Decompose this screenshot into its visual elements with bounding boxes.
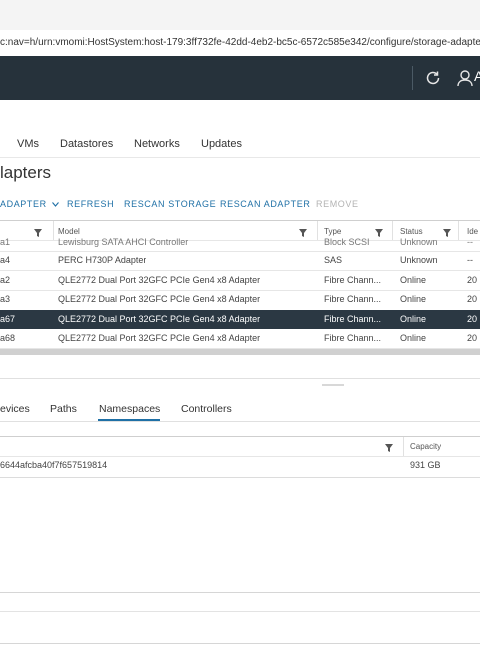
identifier-cell: -- — [467, 237, 473, 247]
adapter-cell: a67 — [0, 314, 16, 324]
tab-networks[interactable]: Networks — [134, 138, 180, 150]
type-cell: Fibre Chann... — [324, 333, 382, 343]
row-divider — [0, 251, 480, 252]
adapter-cell: a2 — [0, 275, 11, 285]
adapter-cell: a68 — [0, 333, 16, 343]
status-cell: Online — [400, 314, 427, 324]
namespaces-grid: Capacity 6644afcba40f7f657519814 931 GB — [0, 436, 480, 478]
adapter-cell: a1 — [0, 237, 11, 247]
chevron-down-icon — [51, 202, 59, 207]
filter-icon[interactable] — [299, 229, 307, 237]
identifier-cell: 20 — [467, 333, 478, 343]
tab-namespaces[interactable]: Namespaces — [99, 403, 160, 415]
panel-divider — [0, 643, 480, 644]
row-divider — [0, 270, 480, 271]
rescan-adapter-button[interactable]: RESCAN ADAPTER — [220, 199, 310, 209]
panel-divider — [0, 592, 480, 593]
model-cell: QLE2772 Dual Port 32GFC PCIe Gen4 x8 Ada… — [58, 275, 261, 285]
filter-icon[interactable] — [34, 229, 42, 237]
tabs-divider — [0, 157, 480, 158]
filter-icon[interactable] — [443, 229, 451, 237]
type-cell: Fibre Chann... — [324, 294, 382, 304]
add-adapter-button[interactable]: ADAPTER — [0, 199, 59, 209]
remove-button[interactable]: REMOVE — [316, 199, 359, 209]
type-cell: Fibre Chann... — [324, 275, 382, 285]
refresh-button[interactable]: REFRESH — [67, 199, 114, 209]
column-divider — [53, 221, 54, 240]
capacity-cell: 931 GB — [410, 460, 441, 470]
page-title: lapters — [0, 163, 52, 182]
rescan-storage-button[interactable]: RESCAN STORAGE — [124, 199, 216, 209]
model-cell: QLE2772 Dual Port 32GFC PCIe Gen4 x8 Ada… — [58, 314, 261, 324]
column-header-status[interactable]: Status — [400, 227, 423, 236]
model-cell: QLE2772 Dual Port 32GFC PCIe Gen4 x8 Ada… — [58, 333, 261, 343]
user-menu-label[interactable]: A — [474, 68, 480, 84]
panel-divider — [0, 611, 480, 612]
identifier-cell: 20 — [467, 275, 478, 285]
model-cell: Lewisburg SATA AHCI Controller — [58, 237, 189, 247]
user-icon[interactable] — [457, 69, 473, 87]
refresh-icon[interactable] — [424, 69, 442, 87]
column-header-capacity[interactable]: Capacity — [410, 442, 441, 451]
adapter-cell: a4 — [0, 255, 11, 265]
column-header-identifier[interactable]: Ide — [467, 227, 478, 236]
header-divider — [412, 66, 413, 90]
tab-updates[interactable]: Updates — [201, 138, 242, 150]
status-cell: Online — [400, 294, 427, 304]
add-adapter-label: ADAPTER — [0, 199, 47, 209]
status-cell: Online — [400, 333, 427, 343]
tab-controllers[interactable]: Controllers — [181, 403, 232, 415]
horizontal-scrollbar[interactable] — [0, 349, 480, 355]
browser-tab-strip — [0, 0, 480, 31]
table-row-selected[interactable]: a67 QLE2772 Dual Port 32GFC PCIe Gen4 x8… — [0, 310, 480, 329]
column-divider — [458, 221, 459, 240]
tab-paths[interactable]: Paths — [50, 403, 77, 415]
column-divider — [317, 221, 318, 240]
type-cell: Fibre Chann... — [324, 314, 382, 324]
tab-vms[interactable]: VMs — [17, 138, 39, 150]
type-cell: Block SCSI — [324, 237, 370, 247]
identifier-cell: -- — [467, 255, 473, 265]
model-cell: PERC H730P Adapter — [58, 255, 147, 265]
filter-icon[interactable] — [375, 229, 383, 237]
identifier-cell: 20 — [467, 294, 478, 304]
status-cell: Online — [400, 275, 427, 285]
tab-devices[interactable]: evices — [0, 403, 30, 415]
adapter-cell: a3 — [0, 294, 11, 304]
namespace-name-cell: 6644afcba40f7f657519814 — [0, 460, 108, 470]
row-divider — [0, 290, 480, 291]
column-header-model[interactable]: Model — [58, 227, 80, 236]
filter-icon[interactable] — [385, 444, 393, 452]
app-header — [0, 56, 480, 100]
status-cell: Unknown — [400, 237, 438, 247]
header-divider — [0, 456, 480, 457]
identifier-cell: 20 — [467, 314, 478, 324]
status-cell: Unknown — [400, 255, 438, 265]
tab-datastores[interactable]: Datastores — [60, 138, 113, 150]
lower-tabs-divider — [0, 421, 480, 422]
column-header-type[interactable]: Type — [324, 227, 341, 236]
column-divider — [403, 437, 404, 456]
type-cell: SAS — [324, 255, 343, 265]
model-cell: QLE2772 Dual Port 32GFC PCIe Gen4 x8 Ada… — [58, 294, 261, 304]
column-divider — [392, 221, 393, 240]
splitter-handle[interactable] — [322, 384, 344, 386]
adapters-grid: Model Type Status Ide a1 Lewisburg SATA … — [0, 220, 480, 352]
pane-splitter[interactable] — [0, 378, 480, 379]
address-bar[interactable]: c:nav=h/urn:vmomi:HostSystem:host-179:3f… — [0, 30, 480, 57]
